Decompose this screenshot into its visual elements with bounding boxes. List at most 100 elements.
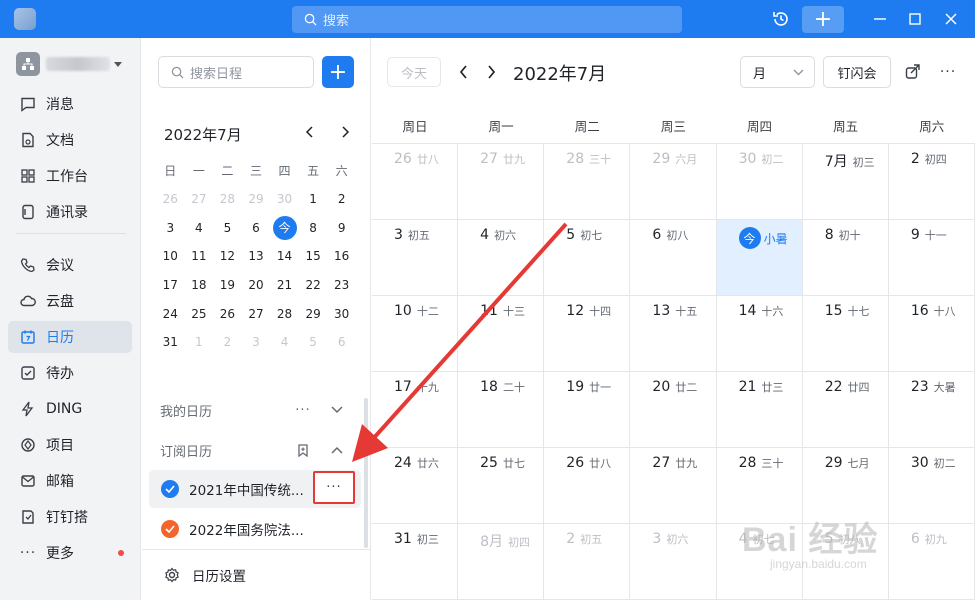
- day-cell[interactable]: 7月 初三: [802, 144, 889, 220]
- history-icon[interactable]: [769, 7, 793, 31]
- mini-day[interactable]: 26: [156, 185, 185, 214]
- day-cell[interactable]: 12 十四: [544, 296, 631, 372]
- mini-day[interactable]: 4: [185, 213, 214, 242]
- global-search-input[interactable]: 搜索: [292, 6, 682, 33]
- day-cell-today[interactable]: 今小暑: [716, 220, 803, 296]
- mini-day[interactable]: 1: [299, 185, 328, 214]
- next-month-icon[interactable]: [481, 62, 501, 82]
- day-cell[interactable]: 3 初六: [630, 524, 717, 600]
- mini-day[interactable]: 5: [213, 213, 242, 242]
- subscription-item[interactable]: 2022年国务院法...: [149, 510, 361, 548]
- mini-day[interactable]: 31: [156, 328, 185, 357]
- subscribe-icon[interactable]: [295, 442, 311, 458]
- day-cell[interactable]: 4 初七: [716, 524, 803, 600]
- day-cell[interactable]: 6 初八: [630, 220, 717, 296]
- mini-day[interactable]: 9: [327, 213, 356, 242]
- mini-day[interactable]: 28: [270, 299, 299, 328]
- mini-day-today[interactable]: 今: [270, 213, 299, 242]
- day-cell[interactable]: 31 初三: [372, 524, 459, 600]
- nav-item-12[interactable]: ··· 更多: [8, 537, 132, 569]
- mini-day[interactable]: 29: [299, 299, 328, 328]
- mini-day[interactable]: 13: [242, 242, 271, 271]
- nav-item-10[interactable]: 邮箱: [8, 465, 132, 497]
- day-cell[interactable]: 30 初二: [888, 448, 975, 524]
- day-cell[interactable]: 5 初七: [544, 220, 631, 296]
- mini-day[interactable]: 6: [242, 213, 271, 242]
- nav-item-11[interactable]: 钉钉搭: [8, 501, 132, 533]
- day-cell[interactable]: 26 廿八: [372, 144, 459, 220]
- day-cell[interactable]: 10 十二: [372, 296, 459, 372]
- mini-day[interactable]: 1: [185, 328, 214, 357]
- mini-day[interactable]: 27: [185, 185, 214, 214]
- minimize-icon[interactable]: [868, 7, 892, 31]
- chevron-up-icon[interactable]: [329, 442, 345, 458]
- check-icon[interactable]: [161, 480, 179, 498]
- day-cell[interactable]: 14 十六: [716, 296, 803, 372]
- more-options-icon[interactable]: ···: [938, 62, 958, 82]
- nav-item-3[interactable]: 通讯录: [8, 196, 132, 228]
- nav-item-0[interactable]: 消息: [8, 88, 132, 120]
- day-cell[interactable]: 30 初二: [716, 144, 803, 220]
- mini-day[interactable]: 25: [185, 299, 214, 328]
- share-window-icon[interactable]: [903, 62, 923, 82]
- day-cell[interactable]: 16 十八: [888, 296, 975, 372]
- chevron-down-icon[interactable]: [329, 402, 345, 418]
- day-cell[interactable]: 29 七月: [802, 448, 889, 524]
- mini-day[interactable]: 18: [185, 271, 214, 300]
- panel-scrollbar[interactable]: [364, 398, 368, 548]
- new-button[interactable]: +: [802, 6, 844, 33]
- day-cell[interactable]: 23 大暑: [888, 372, 975, 448]
- mini-day[interactable]: 27: [242, 299, 271, 328]
- day-cell[interactable]: 28 三十: [716, 448, 803, 524]
- mini-day[interactable]: 19: [213, 271, 242, 300]
- mini-day[interactable]: 16: [327, 242, 356, 271]
- mini-next-month-icon[interactable]: [335, 122, 355, 142]
- nav-item-6[interactable]: 日历: [8, 321, 132, 353]
- day-cell[interactable]: 13 十五: [630, 296, 717, 372]
- mini-day[interactable]: 11: [185, 242, 214, 271]
- day-cell[interactable]: 19 廿一: [544, 372, 631, 448]
- mini-day[interactable]: 15: [299, 242, 328, 271]
- day-cell[interactable]: 5 初八: [802, 524, 889, 600]
- day-cell[interactable]: 6 初九: [888, 524, 975, 600]
- day-cell[interactable]: 4 初六: [458, 220, 545, 296]
- check-icon[interactable]: [161, 520, 179, 538]
- mini-day[interactable]: 30: [327, 299, 356, 328]
- nav-item-4[interactable]: 会议: [8, 249, 132, 281]
- account-switcher[interactable]: [16, 52, 122, 76]
- mini-day[interactable]: 3: [156, 213, 185, 242]
- flash-meeting-button[interactable]: 钉闪会: [823, 56, 891, 88]
- mini-prev-month-icon[interactable]: [300, 122, 320, 142]
- day-cell[interactable]: 17 十九: [372, 372, 459, 448]
- mini-day[interactable]: 28: [213, 185, 242, 214]
- my-calendars-more-icon[interactable]: ···: [295, 402, 311, 418]
- mini-day[interactable]: 21: [270, 271, 299, 300]
- mini-day[interactable]: 6: [327, 328, 356, 357]
- mini-day[interactable]: 30: [270, 185, 299, 214]
- mini-day[interactable]: 20: [242, 271, 271, 300]
- day-cell[interactable]: 24 廿六: [372, 448, 459, 524]
- day-cell[interactable]: 8月 初四: [458, 524, 545, 600]
- close-icon[interactable]: [939, 7, 963, 31]
- day-cell[interactable]: 2 初四: [888, 144, 975, 220]
- day-cell[interactable]: 20 廿二: [630, 372, 717, 448]
- calendar-settings-button[interactable]: 日历设置: [142, 549, 370, 600]
- mini-day[interactable]: 23: [327, 271, 356, 300]
- mini-day[interactable]: 26: [213, 299, 242, 328]
- nav-item-7[interactable]: 待办: [8, 357, 132, 389]
- day-cell[interactable]: 8 初十: [802, 220, 889, 296]
- subscription-more-button[interactable]: ···: [313, 471, 355, 504]
- day-cell[interactable]: 9 十一: [888, 220, 975, 296]
- mini-day[interactable]: 17: [156, 271, 185, 300]
- day-cell[interactable]: 28 三十: [544, 144, 631, 220]
- day-cell[interactable]: 27 廿九: [630, 448, 717, 524]
- day-cell[interactable]: 25 廿七: [458, 448, 545, 524]
- create-event-button[interactable]: +: [322, 56, 354, 88]
- mini-day[interactable]: 24: [156, 299, 185, 328]
- day-cell[interactable]: 21 廿三: [716, 372, 803, 448]
- mini-day[interactable]: 22: [299, 271, 328, 300]
- day-cell[interactable]: 26 廿八: [544, 448, 631, 524]
- day-cell[interactable]: 29 六月: [630, 144, 717, 220]
- day-cell[interactable]: 27 廿九: [458, 144, 545, 220]
- day-cell[interactable]: 18 二十: [458, 372, 545, 448]
